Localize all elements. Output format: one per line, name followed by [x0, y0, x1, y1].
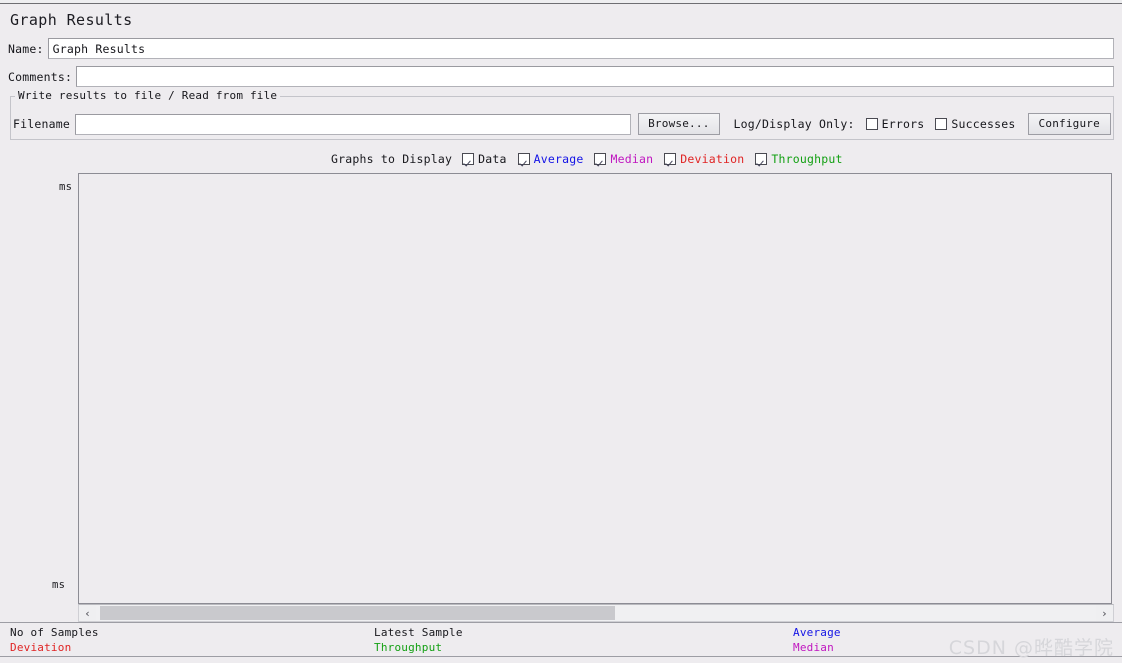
comments-row: Comments:	[8, 66, 1114, 87]
scroll-right-arrow-icon[interactable]: ›	[1096, 605, 1113, 621]
checkbox-errors-box[interactable]	[865, 118, 878, 130]
scrollbar-track[interactable]	[96, 605, 1096, 621]
comments-input[interactable]	[76, 66, 1114, 87]
name-input[interactable]	[47, 38, 1114, 59]
checkbox-graph-deviation-label: Deviation	[680, 152, 745, 166]
checkbox-successes[interactable]: Successes	[935, 117, 1015, 131]
filename-input[interactable]	[75, 113, 632, 135]
y-axis-unit-top: ms	[59, 181, 73, 193]
checkbox-errors-label: Errors	[881, 117, 925, 131]
checkbox-errors[interactable]: Errors	[865, 117, 925, 131]
checkbox-graph-throughput-box[interactable]	[755, 153, 768, 165]
legend-latest-sample: Latest Sample	[374, 626, 463, 639]
checkbox-graph-throughput-label: Throughput	[771, 152, 843, 166]
legend-divider-top	[0, 622, 1122, 623]
scroll-left-arrow-icon[interactable]: ‹	[79, 605, 96, 621]
browse-button[interactable]: Browse...	[638, 113, 720, 135]
graphs-to-display-row: Graphs to Display Data Average Median Devia…	[331, 151, 843, 167]
name-row: Name:	[8, 38, 1114, 59]
filename-row: Filename Browse... Log/Display Only: Err…	[13, 113, 1111, 135]
legend-no-of-samples: No of Samples	[10, 626, 99, 639]
configure-button[interactable]: Configure	[1027, 113, 1111, 135]
checkbox-graph-throughput[interactable]: Throughput	[755, 152, 842, 166]
checkbox-graph-data[interactable]: Data	[462, 152, 507, 166]
checkbox-graph-deviation[interactable]: Deviation	[664, 152, 744, 166]
y-axis-unit-bottom: ms	[52, 579, 66, 591]
comments-label: Comments:	[8, 69, 73, 84]
checkbox-graph-deviation-box[interactable]	[664, 153, 677, 165]
name-label: Name:	[8, 41, 44, 56]
page-title: Graph Results	[10, 11, 133, 29]
graphs-to-display-label: Graphs to Display	[331, 152, 453, 166]
checkbox-graph-median[interactable]: Median	[594, 152, 653, 166]
graphs-to-display-options: Data Average Median Deviation Throughput	[452, 152, 843, 166]
legend-median: Median	[793, 641, 834, 654]
legend-average: Average	[793, 626, 841, 639]
checkbox-successes-box[interactable]	[935, 118, 948, 130]
scrollbar-thumb[interactable]	[100, 606, 615, 620]
checkbox-graph-average-label: Average	[533, 152, 584, 166]
legend-deviation: Deviation	[10, 641, 72, 654]
checkbox-graph-average[interactable]: Average	[517, 152, 584, 166]
legend-throughput: Throughput	[374, 641, 443, 654]
checkbox-graph-data-label: Data	[478, 152, 507, 166]
checkbox-graph-data-box[interactable]	[462, 153, 475, 165]
watermark: CSDN @晔酷学院	[948, 637, 1114, 659]
log-display-only-label: Log/Display Only:	[733, 117, 855, 131]
write-results-groupbox-title: Write results to file / Read from file	[15, 89, 281, 102]
filename-label: Filename	[13, 117, 70, 131]
checkbox-graph-median-box[interactable]	[594, 153, 607, 165]
graph-plot-area[interactable]	[78, 173, 1112, 604]
graph-results-panel: Graph Results Name: Comments: Write resu…	[0, 0, 1122, 663]
top-splitter-divider[interactable]	[0, 0, 1122, 4]
checkbox-graph-average-box[interactable]	[517, 153, 530, 165]
checkbox-graph-median-label: Median	[610, 152, 654, 166]
checkbox-successes-label: Successes	[951, 117, 1016, 131]
graph-horizontal-scrollbar[interactable]: ‹ ›	[78, 604, 1114, 622]
